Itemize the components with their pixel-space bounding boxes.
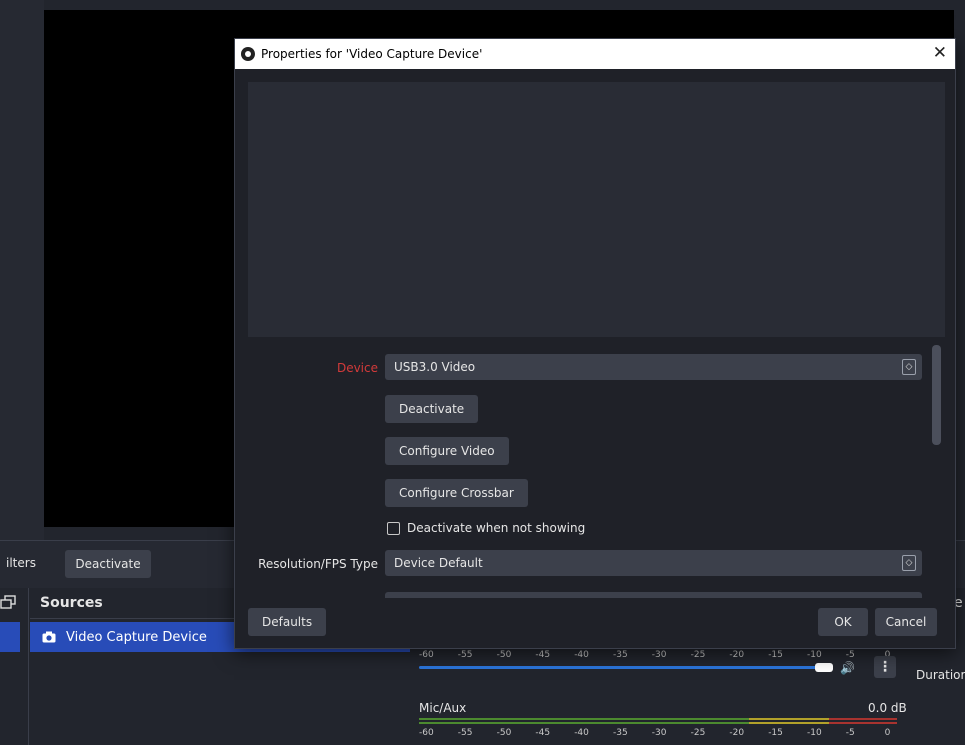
scenes-panel-icon <box>0 594 18 610</box>
sources-title: Sources <box>40 595 103 611</box>
meter-tick-label: -60 <box>419 650 434 660</box>
meter-tick-label: -50 <box>496 650 512 660</box>
properties-dialog: Properties for 'Video Capture Device' ✕ … <box>234 38 956 649</box>
meter-tick-label: -45 <box>535 650 551 660</box>
speaker-icon[interactable]: 🔊 <box>840 661 855 675</box>
meter-tick-label: -25 <box>690 728 706 738</box>
configure-video-button[interactable]: Configure Video <box>385 437 509 465</box>
chevron-updown-icon: ◇ <box>902 555 916 571</box>
filters-button-partial[interactable]: ilters <box>6 556 36 570</box>
configure-crossbar-button[interactable]: Configure Crossbar <box>385 479 528 507</box>
deactivate-button[interactable]: Deactivate <box>385 395 479 423</box>
channel2-meter-red <box>829 718 897 720</box>
meter-tick-label: -35 <box>613 728 628 738</box>
resolution-select[interactable]: Device Default ◇ <box>385 550 922 576</box>
meter-tick-label: -55 <box>457 728 473 738</box>
channel2-meter-green <box>419 718 749 720</box>
meter-tick-label: -30 <box>651 728 667 738</box>
meter-tick-label: -5 <box>845 650 855 660</box>
meter-tick-label: -60 <box>419 728 434 738</box>
channel1-volume-slider[interactable] <box>815 663 833 672</box>
meter-tick-label: -50 <box>496 728 512 738</box>
channel1-menu-button[interactable]: ⋮ <box>874 656 896 678</box>
deactivate-when-not-showing-checkbox[interactable] <box>387 522 400 535</box>
channel2-meter-red-2 <box>829 722 897 724</box>
next-field-partial <box>385 592 922 598</box>
channel2-level: 0.0 dB <box>868 701 907 715</box>
meter-tick-label: -35 <box>613 650 628 660</box>
chevron-updown-icon: ◇ <box>902 359 916 375</box>
dock-divider <box>28 588 29 745</box>
close-icon[interactable]: ✕ <box>933 43 947 63</box>
dialog-scrollbar[interactable] <box>932 345 941 445</box>
cancel-button[interactable]: Cancel <box>875 608 937 636</box>
meter-tick-label: -55 <box>457 650 473 660</box>
resolution-label: Resolution/FPS Type <box>258 557 378 571</box>
scene-row-selected[interactable] <box>0 622 20 652</box>
meter-tick-label: -25 <box>690 650 706 660</box>
resolution-value: Device Default <box>394 556 483 570</box>
device-select[interactable]: USB3.0 Video ◇ <box>385 354 922 380</box>
channel1-volume-fill <box>419 666 819 669</box>
meter-tick-label: -15 <box>768 650 783 660</box>
dialog-preview-area <box>248 82 945 337</box>
deactivate-when-not-showing-label: Deactivate when not showing <box>407 521 586 535</box>
meter-tick-label: -10 <box>807 650 822 660</box>
dialog-title: Properties for 'Video Capture Device' <box>261 47 483 61</box>
toolbar-deactivate-button[interactable]: Deactivate <box>65 550 151 578</box>
channel2-meter-yellow-2 <box>749 722 829 724</box>
ok-button[interactable]: OK <box>818 608 868 636</box>
device-label: Device <box>336 361 378 375</box>
left-strip <box>0 0 44 540</box>
device-value: USB3.0 Video <box>394 360 476 374</box>
dialog-titlebar[interactable]: Properties for 'Video Capture Device' ✕ <box>235 39 955 69</box>
defaults-button[interactable]: Defaults <box>248 608 327 636</box>
source-item-label: Video Capture Device <box>66 629 207 645</box>
meter-tick-label: -45 <box>535 728 551 738</box>
channel2-meter-green-2 <box>419 722 749 724</box>
meter-tick-label: -10 <box>807 728 822 738</box>
channel2-name: Mic/Aux <box>419 701 467 715</box>
obs-window: ilters Deactivate Sources Video Capture … <box>0 0 965 745</box>
meter-tick-label: 0 <box>884 728 891 738</box>
channel2-meter-yellow <box>749 718 829 720</box>
meter-tick-label: -20 <box>729 650 745 660</box>
camera-icon <box>42 631 56 643</box>
obs-logo-icon <box>241 47 255 61</box>
meter-tick-label: -15 <box>768 728 783 738</box>
meter-tick-label: -30 <box>651 650 667 660</box>
meter-tick-label: -5 <box>845 728 855 738</box>
meter-tick-label: -40 <box>574 650 589 660</box>
meter-tick-label: -40 <box>574 728 589 738</box>
duration-label: Duratior <box>916 668 965 682</box>
meter-tick-label: -20 <box>729 728 745 738</box>
